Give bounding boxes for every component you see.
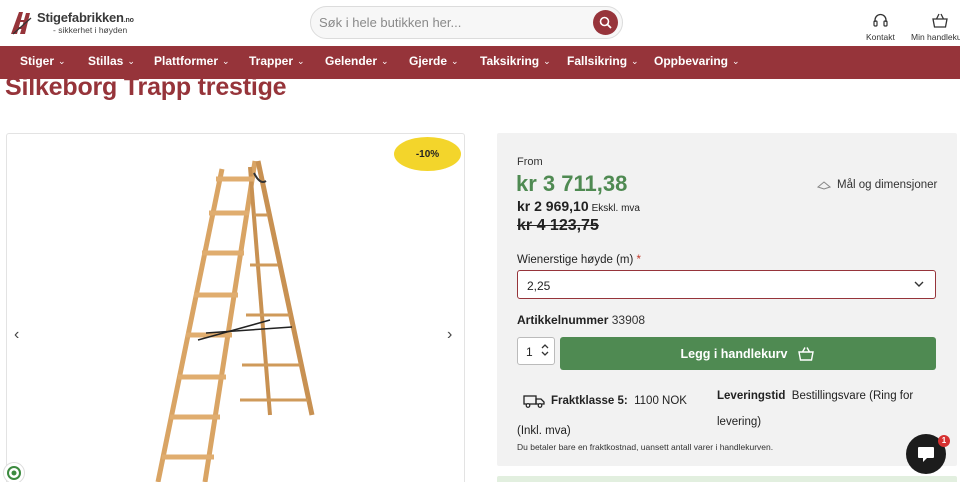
basket-icon: [798, 346, 815, 361]
price-ex-vat-suffix: Ekskl. mva: [591, 203, 640, 214]
trust-badge-icon[interactable]: [3, 462, 25, 482]
price-old: kr 4 123,75: [517, 217, 599, 234]
logo-mark-icon: [11, 12, 32, 35]
logo-tld: .no: [123, 17, 134, 24]
dimensions-link-label: Mål og dimensjoner: [837, 179, 938, 191]
nav-item-gjerde[interactable]: Gjerde ⌄: [409, 46, 459, 79]
delivery-info: Leveringstid Bestillingsvare (Ring for l…: [717, 383, 917, 435]
add-to-cart-label: Legg i handlekurv: [680, 346, 788, 361]
variant-select-value: 2,25: [527, 279, 551, 293]
product-image: [155, 160, 315, 482]
contact-label: Kontakt: [866, 32, 895, 42]
chevron-down-icon: ⌄: [451, 56, 459, 66]
product-info-panel: From kr 3 711,38 kr 2 969,10 Ekskl. mva k…: [497, 133, 957, 466]
headset-icon: [873, 13, 888, 27]
freight-note: Du betaler bare en fraktkostnad, uansett…: [517, 442, 774, 452]
truck-icon: [523, 395, 545, 408]
chevron-down-icon: ⌄: [543, 56, 551, 66]
search-bar: [310, 6, 623, 39]
quantity-stepper[interactable]: 1: [517, 337, 555, 365]
freight-info: Fraktklasse 5: 1100 NOK (Inkl. mva): [517, 386, 707, 446]
stepper-arrows-icon[interactable]: [541, 342, 549, 358]
chat-bubble-icon: [918, 447, 934, 462]
quantity-value: 1: [526, 345, 533, 359]
cart-link[interactable]: Min handlekurv: [911, 12, 960, 42]
nav-label: Taksikring: [480, 54, 540, 68]
nav-label: Fallsikring: [567, 54, 628, 68]
sku: Artikkelnummer 33908: [517, 313, 645, 327]
add-to-cart-button[interactable]: Legg i handlekurv: [560, 337, 936, 370]
required-mark: *: [636, 254, 641, 266]
nav-item-taksikring[interactable]: Taksikring ⌄: [480, 46, 551, 79]
logo-name: Stigefabrikken: [37, 10, 124, 25]
nav-label: Stillas: [88, 54, 124, 68]
chat-badge: 1: [938, 435, 950, 447]
nav-label: Gelender: [325, 54, 378, 68]
price-ex-vat-value: kr 2 969,10: [517, 198, 589, 214]
search-icon: [599, 16, 612, 29]
discount-badge: -10%: [394, 137, 461, 171]
ruler-icon: [817, 181, 831, 190]
page-title: Silkeborg Trapp trestige: [5, 73, 287, 101]
variant-label: Wienerstige høyde (m) *: [517, 254, 641, 266]
price: kr 3 711,38: [516, 171, 628, 196]
cart-label: Min handlekurv: [911, 32, 960, 42]
chevron-down-icon: ⌄: [381, 56, 389, 66]
sku-value: 33908: [611, 313, 646, 327]
search-button[interactable]: [593, 10, 618, 35]
variant-label-text: Wienerstige høyde (m): [517, 254, 634, 266]
nav-label: Plattformer: [154, 54, 219, 68]
info-strip: [497, 476, 957, 482]
variant-select[interactable]: 2,25: [517, 270, 936, 299]
nav-label: Trapper: [249, 54, 294, 68]
nav-item-oppbevaring[interactable]: Oppbevaring ⌄: [654, 46, 740, 79]
nav-label: Oppbevaring: [654, 54, 729, 68]
logo-tagline: - sikkerhet i høyden: [53, 25, 128, 35]
nav-label: Gjerde: [409, 54, 448, 68]
delivery-label: Leveringstid: [717, 390, 786, 402]
sku-label: Artikkelnummer: [517, 313, 609, 327]
freight-label: Fraktklasse 5:: [551, 395, 628, 407]
basket-icon: [932, 13, 948, 28]
price-from-label: From: [517, 156, 543, 168]
nav-item-gelender[interactable]: Gelender ⌄: [325, 46, 389, 79]
dimensions-link[interactable]: Mål og dimensjoner: [817, 179, 937, 191]
chevron-down-icon: ⌄: [631, 56, 639, 66]
chevron-down-icon: ⌄: [297, 56, 305, 66]
site-header: Stigefabrikken.no - sikkerhet i høyden K…: [0, 0, 960, 46]
price-ex-vat: kr 2 969,10 Ekskl. mva: [517, 198, 640, 214]
chevron-down-icon: [914, 281, 924, 287]
gallery-next-arrow-icon[interactable]: ›: [447, 326, 452, 344]
contact-link[interactable]: Kontakt: [866, 12, 895, 42]
logo[interactable]: Stigefabrikken.no - sikkerhet i høyden: [9, 9, 139, 39]
nav-item-fallsikring[interactable]: Fallsikring ⌄: [567, 46, 639, 79]
nav-label: Stiger: [20, 54, 55, 68]
chevron-down-icon: ⌄: [732, 56, 740, 66]
search-input[interactable]: [319, 8, 589, 37]
gallery-prev-arrow-icon[interactable]: ‹: [14, 326, 19, 344]
